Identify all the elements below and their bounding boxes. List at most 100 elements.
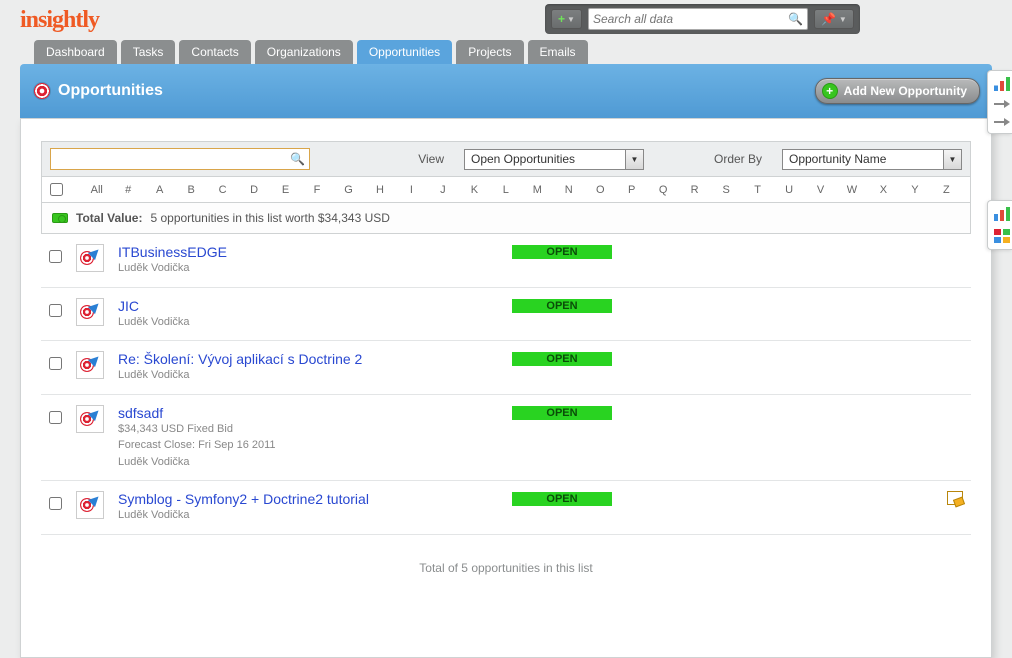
total-value-bar: Total Value: 5 opportunities in this lis… xyxy=(41,203,971,234)
alpha-Q[interactable]: Q xyxy=(647,184,678,196)
alpha-T[interactable]: T xyxy=(742,184,773,196)
tab-tasks[interactable]: Tasks xyxy=(121,40,176,64)
status-cell: OPEN xyxy=(512,298,612,313)
status-cell: OPEN xyxy=(512,351,612,366)
plus-circle-icon: + xyxy=(822,83,838,99)
chart-icon xyxy=(994,77,1010,91)
row-main: ITBusinessEDGELuděk Vodička xyxy=(118,244,498,277)
global-search-input[interactable] xyxy=(593,12,788,26)
opportunity-title[interactable]: Symblog - Symfony2 + Doctrine2 tutorial xyxy=(118,491,498,507)
tab-opportunities[interactable]: Opportunities xyxy=(357,40,452,64)
opportunity-icon xyxy=(76,351,104,379)
alpha-filter: All#ABCDEFGHIJKLMNOPQRSTUVWXYZ xyxy=(41,177,971,203)
view-label: View xyxy=(418,152,444,166)
opportunity-list: ITBusinessEDGELuděk VodičkaOPENJICLuděk … xyxy=(41,234,971,535)
alpha-C[interactable]: C xyxy=(207,184,238,196)
orderby-label: Order By xyxy=(714,152,762,166)
row-checkbox[interactable] xyxy=(49,411,62,424)
row-checkbox[interactable] xyxy=(49,250,62,263)
chevron-down-icon: ▼ xyxy=(839,15,847,24)
global-search[interactable]: 🔍 xyxy=(588,8,808,30)
alpha-All[interactable]: All xyxy=(81,184,112,196)
orderby-select-value: Opportunity Name xyxy=(783,152,943,166)
alpha-U[interactable]: U xyxy=(773,184,804,196)
topbar-tools: + ▼ 🔍 📌 ▼ xyxy=(545,4,860,34)
side-widget-1[interactable] xyxy=(987,70,1012,134)
alpha-W[interactable]: W xyxy=(836,184,867,196)
arrow-icon xyxy=(994,99,1010,109)
alpha-A[interactable]: A xyxy=(144,184,175,196)
alpha-F[interactable]: F xyxy=(301,184,332,196)
alpha-Z[interactable]: Z xyxy=(931,184,962,196)
row-actions xyxy=(626,491,963,505)
add-new-opportunity-button[interactable]: + Add New Opportunity xyxy=(815,78,980,104)
row-checkbox[interactable] xyxy=(49,497,62,510)
opportunity-title[interactable]: JIC xyxy=(118,298,498,314)
chevron-down-icon: ▼ xyxy=(625,150,643,169)
alpha-D[interactable]: D xyxy=(238,184,269,196)
opportunity-title[interactable]: ITBusinessEDGE xyxy=(118,244,498,260)
row-checkbox[interactable] xyxy=(49,304,62,317)
side-widget-2[interactable] xyxy=(987,200,1012,250)
alpha-P[interactable]: P xyxy=(616,184,647,196)
main-panel: 🔍 View Open Opportunities ▼ Order By Opp… xyxy=(20,118,992,658)
status-badge: OPEN xyxy=(512,245,612,259)
pin-icon: 📌 xyxy=(821,12,836,26)
opportunity-title[interactable]: Re: Školení: Vývoj aplikací s Doctrine 2 xyxy=(118,351,498,367)
status-badge: OPEN xyxy=(512,299,612,313)
alpha-I[interactable]: I xyxy=(396,184,427,196)
opportunity-owner: Luděk Vodička xyxy=(118,314,498,331)
list-search[interactable]: 🔍 xyxy=(50,148,310,170)
alpha-B[interactable]: B xyxy=(175,184,206,196)
alpha-M[interactable]: M xyxy=(522,184,553,196)
row-checkbox[interactable] xyxy=(49,357,62,370)
tab-projects[interactable]: Projects xyxy=(456,40,523,64)
alpha-#[interactable]: # xyxy=(112,184,143,196)
tab-contacts[interactable]: Contacts xyxy=(179,40,250,64)
quick-add-dropdown[interactable]: + ▼ xyxy=(551,9,582,29)
alpha-O[interactable]: O xyxy=(585,184,616,196)
pin-dropdown[interactable]: 📌 ▼ xyxy=(814,9,854,29)
logo[interactable]: insightly xyxy=(20,7,99,34)
status-badge: OPEN xyxy=(512,492,612,506)
select-all-checkbox[interactable] xyxy=(50,183,63,196)
alpha-L[interactable]: L xyxy=(490,184,521,196)
alpha-V[interactable]: V xyxy=(805,184,836,196)
alpha-H[interactable]: H xyxy=(364,184,395,196)
tab-emails[interactable]: Emails xyxy=(528,40,588,64)
search-icon[interactable]: 🔍 xyxy=(290,152,305,166)
alpha-Y[interactable]: Y xyxy=(899,184,930,196)
opportunities-icon xyxy=(34,83,50,99)
search-icon[interactable]: 🔍 xyxy=(788,12,803,26)
alpha-R[interactable]: R xyxy=(679,184,710,196)
chevron-down-icon: ▼ xyxy=(943,150,961,169)
orderby-select[interactable]: Opportunity Name ▼ xyxy=(782,149,962,170)
alpha-J[interactable]: J xyxy=(427,184,458,196)
filter-bar: 🔍 View Open Opportunities ▼ Order By Opp… xyxy=(41,141,971,177)
opportunity-title[interactable]: sdfsadf xyxy=(118,405,498,421)
plus-icon: + xyxy=(558,12,565,26)
opportunity-meta: $34,343 USD Fixed Bid xyxy=(118,421,498,438)
total-text: 5 opportunities in this list worth $34,3… xyxy=(150,211,389,225)
status-cell: OPEN xyxy=(512,405,612,420)
alpha-N[interactable]: N xyxy=(553,184,584,196)
note-icon[interactable] xyxy=(947,491,963,505)
tab-dashboard[interactable]: Dashboard xyxy=(34,40,117,64)
tab-organizations[interactable]: Organizations xyxy=(255,40,353,64)
status-cell: OPEN xyxy=(512,244,612,259)
view-select[interactable]: Open Opportunities ▼ xyxy=(464,149,644,170)
alpha-E[interactable]: E xyxy=(270,184,301,196)
row-main: Symblog - Symfony2 + Doctrine2 tutorialL… xyxy=(118,491,498,524)
grid-icon xyxy=(994,229,1010,243)
alpha-X[interactable]: X xyxy=(868,184,899,196)
bars-icon xyxy=(994,207,1010,221)
alpha-K[interactable]: K xyxy=(459,184,490,196)
list-search-input[interactable] xyxy=(55,152,290,166)
alpha-G[interactable]: G xyxy=(333,184,364,196)
opportunity-icon xyxy=(76,298,104,326)
opportunity-owner: Luděk Vodička xyxy=(118,260,498,277)
chevron-down-icon: ▼ xyxy=(567,15,575,24)
alpha-S[interactable]: S xyxy=(710,184,741,196)
opportunity-owner: Luděk Vodička xyxy=(118,454,498,471)
money-icon xyxy=(52,213,68,223)
